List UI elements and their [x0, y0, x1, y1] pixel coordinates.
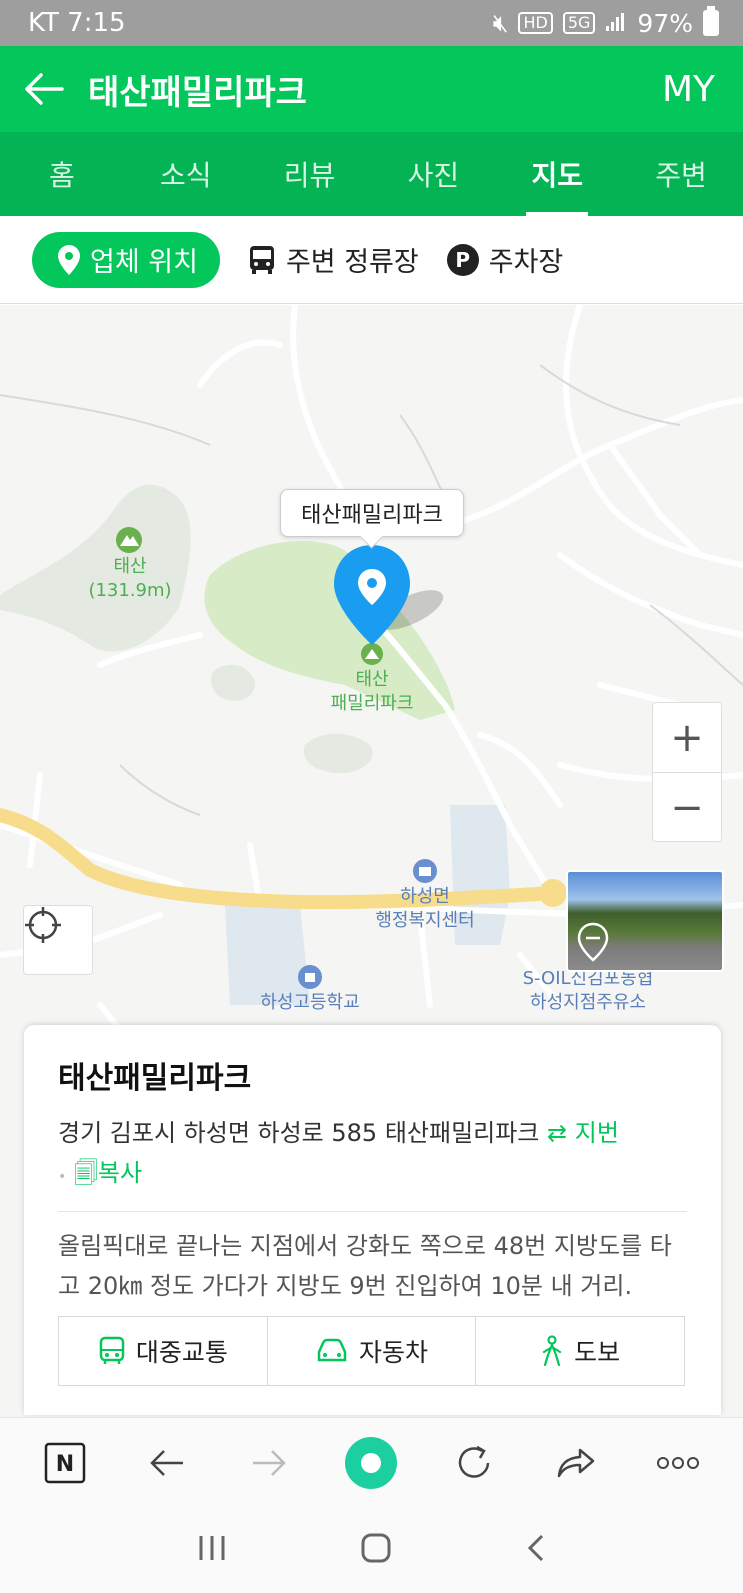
back-arrow-icon	[25, 73, 64, 105]
my-button[interactable]: MY	[662, 69, 715, 110]
green-dot-button[interactable]	[335, 1436, 407, 1490]
office-label-line2: 행정복지센터	[375, 910, 475, 931]
filter-label: 주변 정류장	[285, 247, 419, 278]
filter-parking[interactable]: P 주차장	[446, 232, 564, 288]
more-button[interactable]	[642, 1456, 714, 1470]
5g-icon: 5G	[562, 12, 596, 34]
battery-percent: 97%	[637, 8, 693, 38]
tab-nearby[interactable]: 주변	[619, 132, 743, 216]
office-label-line1: 하성면	[400, 886, 450, 907]
naver-home-button[interactable]: N	[29, 1442, 101, 1484]
copy-address-button[interactable]: • 🗐복사	[58, 1159, 142, 1187]
place-callout[interactable]: 태산패밀리파크	[280, 489, 464, 537]
back-button[interactable]	[0, 46, 88, 132]
app-header: 태산패밀리파크 MY	[0, 46, 743, 132]
address-text: 경기 김포시 하성면 하성로 585 태산패밀리파크	[58, 1119, 540, 1147]
zoom-control: + −	[652, 702, 722, 842]
share-icon	[557, 1448, 595, 1477]
carrier-time: KT 7:15	[28, 8, 126, 38]
walk-icon	[543, 1335, 562, 1367]
street-view-thumbnail[interactable]	[566, 870, 724, 972]
zoom-in-button[interactable]: +	[653, 703, 721, 773]
transport-buttons: 대중교통 자동차 도보	[58, 1316, 685, 1386]
street-view-pin-icon	[577, 922, 609, 962]
recent-apps-button[interactable]	[197, 1534, 227, 1566]
back-arrow-icon	[150, 1449, 184, 1476]
mountain-name: 태산	[113, 556, 147, 577]
divider	[58, 1211, 687, 1212]
place-name: 태산패밀리파크	[58, 1061, 252, 1096]
walk-label: 도보	[574, 1338, 621, 1367]
hd-icon: HD	[518, 12, 553, 34]
park-label: 태산 패밀리파크	[310, 668, 434, 716]
filter-label: 주차장	[488, 247, 564, 278]
filter-label: 업체 위치	[90, 247, 198, 278]
bus-icon	[249, 245, 274, 274]
zoom-out-button[interactable]: −	[653, 773, 721, 843]
signal-icon	[605, 9, 627, 38]
gas-label-line2: 하성지점주유소	[530, 992, 646, 1013]
recent-apps-icon	[199, 1536, 224, 1560]
office-label: 하성면 행정복지센터	[355, 885, 495, 933]
car-label: 자동차	[359, 1338, 429, 1367]
public-transit-label: 대중교통	[135, 1338, 228, 1367]
chevron-left-icon	[527, 1534, 543, 1562]
tab-map[interactable]: 지도	[495, 132, 619, 216]
home-icon	[361, 1533, 390, 1563]
green-dot-icon	[345, 1436, 398, 1489]
public-transit-button[interactable]: 대중교통	[59, 1317, 267, 1385]
home-button[interactable]	[360, 1532, 392, 1568]
bus-outline-icon	[99, 1336, 125, 1364]
jibun-label: 지번	[574, 1119, 619, 1147]
forward-arrow-icon	[253, 1449, 287, 1476]
mountain-height: (131.9m)	[88, 580, 172, 601]
battery-icon	[703, 6, 719, 36]
park-label-line2: 패밀리파크	[330, 693, 414, 714]
jibun-toggle[interactable]: ⇄ 지번	[547, 1119, 619, 1147]
browser-toolbar: N	[0, 1417, 743, 1507]
page-title: 태산패밀리파크	[88, 72, 307, 113]
car-icon	[317, 1338, 347, 1362]
filter-nearby-stops[interactable]: 주변 정류장	[248, 232, 419, 288]
filter-business-location[interactable]: 업체 위치	[32, 231, 220, 288]
refresh-button[interactable]	[438, 1444, 510, 1482]
share-button[interactable]	[540, 1447, 612, 1479]
parking-icon: P	[446, 243, 479, 276]
tab-bar: 홈 소식 리뷰 사진 지도 주변	[0, 132, 743, 216]
crosshair-icon	[25, 907, 61, 943]
system-back-button[interactable]	[525, 1533, 547, 1567]
tab-photos[interactable]: 사진	[371, 132, 495, 216]
more-dots-icon	[656, 1456, 699, 1469]
svg-text:N: N	[56, 1452, 74, 1477]
place-address: 경기 김포시 하성면 하성로 585 태산패밀리파크 ⇄ 지번 • 🗐복사	[58, 1113, 687, 1197]
place-info-card: 태산패밀리파크 경기 김포시 하성면 하성로 585 태산패밀리파크 ⇄ 지번 …	[24, 1025, 721, 1415]
car-button[interactable]: 자동차	[266, 1317, 476, 1385]
school-label: 하성고등학교	[260, 992, 360, 1013]
browser-forward-button[interactable]	[233, 1448, 305, 1478]
naver-n-icon: N	[44, 1442, 86, 1483]
browser-back-button[interactable]	[131, 1448, 203, 1478]
copy-icon: 🗐	[73, 1159, 98, 1187]
copy-label: 복사	[97, 1159, 143, 1187]
park-label-line1: 태산	[355, 669, 389, 690]
mountain-label: 태산 (131.9m)	[78, 555, 182, 603]
tab-reviews[interactable]: 리뷰	[248, 132, 372, 216]
system-nav-bar	[0, 1507, 743, 1593]
tab-home[interactable]: 홈	[0, 132, 124, 216]
tab-news[interactable]: 소식	[124, 132, 248, 216]
directions-description: 올림픽대로 끝나는 지점에서 강화도 쪽으로 48번 지방도를 타고 20㎞ 정…	[58, 1232, 672, 1300]
mute-icon: 🔇︎	[492, 8, 509, 37]
status-bar: KT 7:15 🔇︎ HD 5G 97%	[0, 0, 743, 46]
gas-station-label: S-OIL신김포농협 하성지점주유소	[508, 967, 668, 1015]
walk-button[interactable]: 도보	[475, 1317, 684, 1385]
refresh-icon	[458, 1445, 489, 1478]
location-pin-icon	[58, 244, 80, 275]
map-filter-bar: 업체 위치 주변 정류장 P 주차장	[0, 216, 743, 304]
current-location-button[interactable]	[23, 905, 93, 975]
